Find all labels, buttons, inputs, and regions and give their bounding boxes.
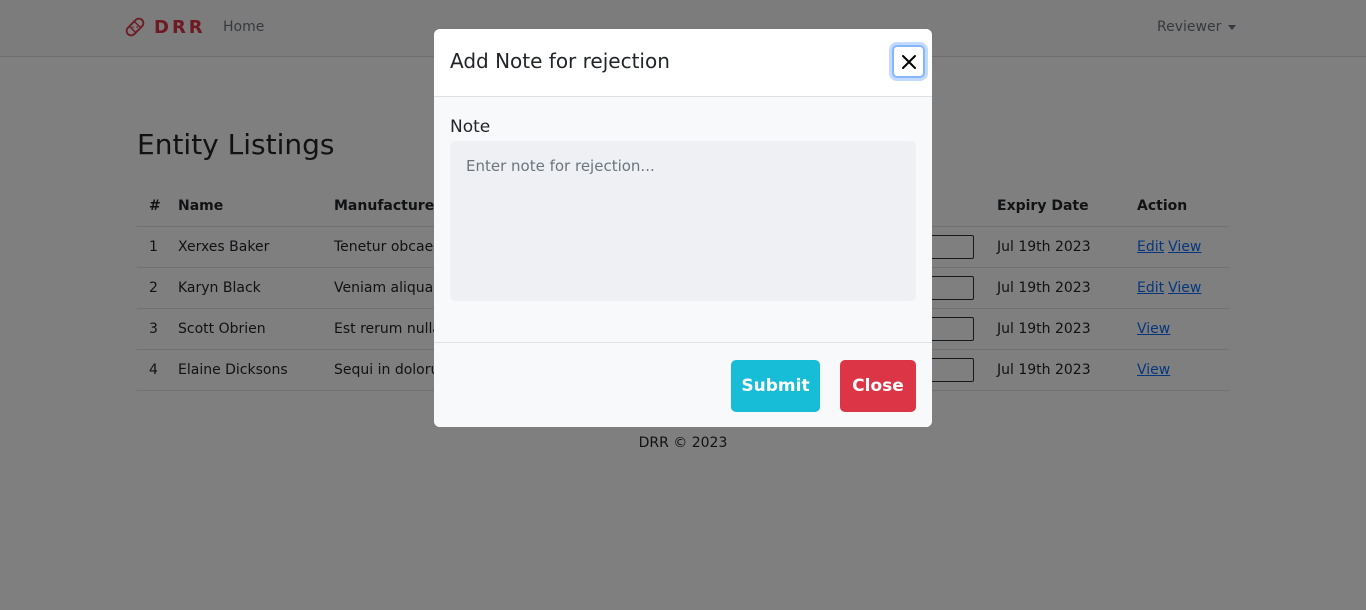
modal-close-button[interactable] xyxy=(892,45,925,78)
rejection-note-modal: Add Note for rejection Note Submit Close xyxy=(434,29,932,427)
note-textarea[interactable] xyxy=(450,141,916,301)
modal-footer: Submit Close xyxy=(434,342,932,427)
modal-title: Add Note for rejection xyxy=(450,49,670,73)
close-button[interactable]: Close xyxy=(840,360,916,412)
modal-header: Add Note for rejection xyxy=(434,29,932,97)
submit-button[interactable]: Submit xyxy=(731,360,820,412)
close-icon xyxy=(901,54,916,69)
note-label: Note xyxy=(450,117,491,137)
